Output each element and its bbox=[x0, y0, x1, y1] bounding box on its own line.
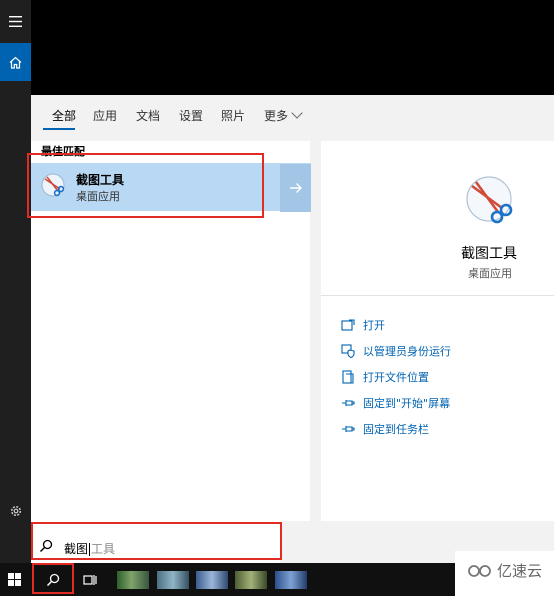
chevron-down-icon bbox=[291, 107, 303, 119]
task-view-button[interactable] bbox=[78, 563, 102, 596]
cloud-logo-icon bbox=[468, 564, 491, 577]
windows-logo-icon bbox=[7, 573, 21, 586]
file-location-icon bbox=[340, 370, 356, 384]
action-run-as-admin[interactable]: 以管理员身份运行 bbox=[340, 343, 451, 359]
expand-details-button[interactable] bbox=[280, 164, 311, 212]
tab-more-label: 更多 bbox=[264, 109, 289, 123]
action-open-label: 打开 bbox=[363, 319, 385, 332]
action-pin-to-start[interactable]: 固定到"开始"屏幕 bbox=[340, 395, 450, 411]
snipping-tool-large-icon bbox=[466, 176, 513, 224]
action-pin-to-start-label: 固定到"开始"屏幕 bbox=[363, 397, 451, 410]
taskbar-app-1[interactable] bbox=[117, 571, 149, 589]
tab-all[interactable]: 全部 bbox=[52, 107, 76, 124]
filter-tabs: 全部 应用 文档 设置 照片 更多 bbox=[31, 95, 554, 141]
active-tab-indicator bbox=[43, 128, 75, 130]
search-button-highlight bbox=[32, 563, 74, 594]
hamburger-icon bbox=[9, 15, 22, 27]
taskbar-app-4[interactable] bbox=[235, 571, 267, 589]
action-open-file-location[interactable]: 打开文件位置 bbox=[340, 369, 429, 385]
app-detail-pane: 截图工具 桌面应用 打开 以管理员身份运行 打开文件位置 固定到"开始"屏幕 固… bbox=[321, 141, 554, 521]
best-match-highlight-box bbox=[27, 153, 264, 218]
hamburger-menu-button[interactable] bbox=[0, 2, 31, 40]
action-pin-to-taskbar[interactable]: 固定到任务栏 bbox=[340, 421, 429, 437]
top-black-area bbox=[31, 0, 554, 95]
gear-icon bbox=[10, 505, 21, 517]
admin-shield-icon bbox=[340, 344, 356, 358]
tab-apps[interactable]: 应用 bbox=[93, 107, 117, 124]
action-open[interactable]: 打开 bbox=[340, 317, 385, 333]
taskbar-app-5[interactable] bbox=[275, 571, 307, 589]
tab-documents[interactable]: 文档 bbox=[136, 107, 160, 124]
action-run-as-admin-label: 以管理员身份运行 bbox=[363, 345, 451, 358]
tab-more[interactable]: 更多 bbox=[264, 107, 303, 124]
task-view-icon bbox=[83, 574, 97, 585]
start-button[interactable] bbox=[0, 563, 28, 596]
action-pin-to-taskbar-label: 固定到任务栏 bbox=[363, 423, 429, 436]
detail-app-subtitle: 桌面应用 bbox=[468, 267, 512, 280]
tab-settings[interactable]: 设置 bbox=[179, 107, 203, 124]
home-icon bbox=[9, 56, 22, 69]
pin-icon bbox=[340, 422, 356, 436]
pin-icon bbox=[340, 396, 356, 410]
start-left-rail bbox=[0, 0, 31, 563]
watermark-text: 亿速云 bbox=[497, 562, 543, 580]
search-box-highlight bbox=[31, 522, 282, 560]
tab-photos[interactable]: 照片 bbox=[221, 107, 245, 124]
home-button[interactable] bbox=[0, 43, 31, 81]
detail-divider bbox=[321, 295, 554, 296]
taskbar-app-2[interactable] bbox=[157, 571, 189, 589]
action-open-file-location-label: 打开文件位置 bbox=[363, 371, 429, 384]
detail-app-title: 截图工具 bbox=[461, 246, 517, 262]
settings-button[interactable] bbox=[0, 492, 31, 530]
taskbar-app-3[interactable] bbox=[196, 571, 228, 589]
open-window-icon bbox=[340, 318, 356, 332]
watermark: 亿速云 bbox=[467, 560, 542, 581]
arrow-right-icon bbox=[289, 183, 302, 193]
